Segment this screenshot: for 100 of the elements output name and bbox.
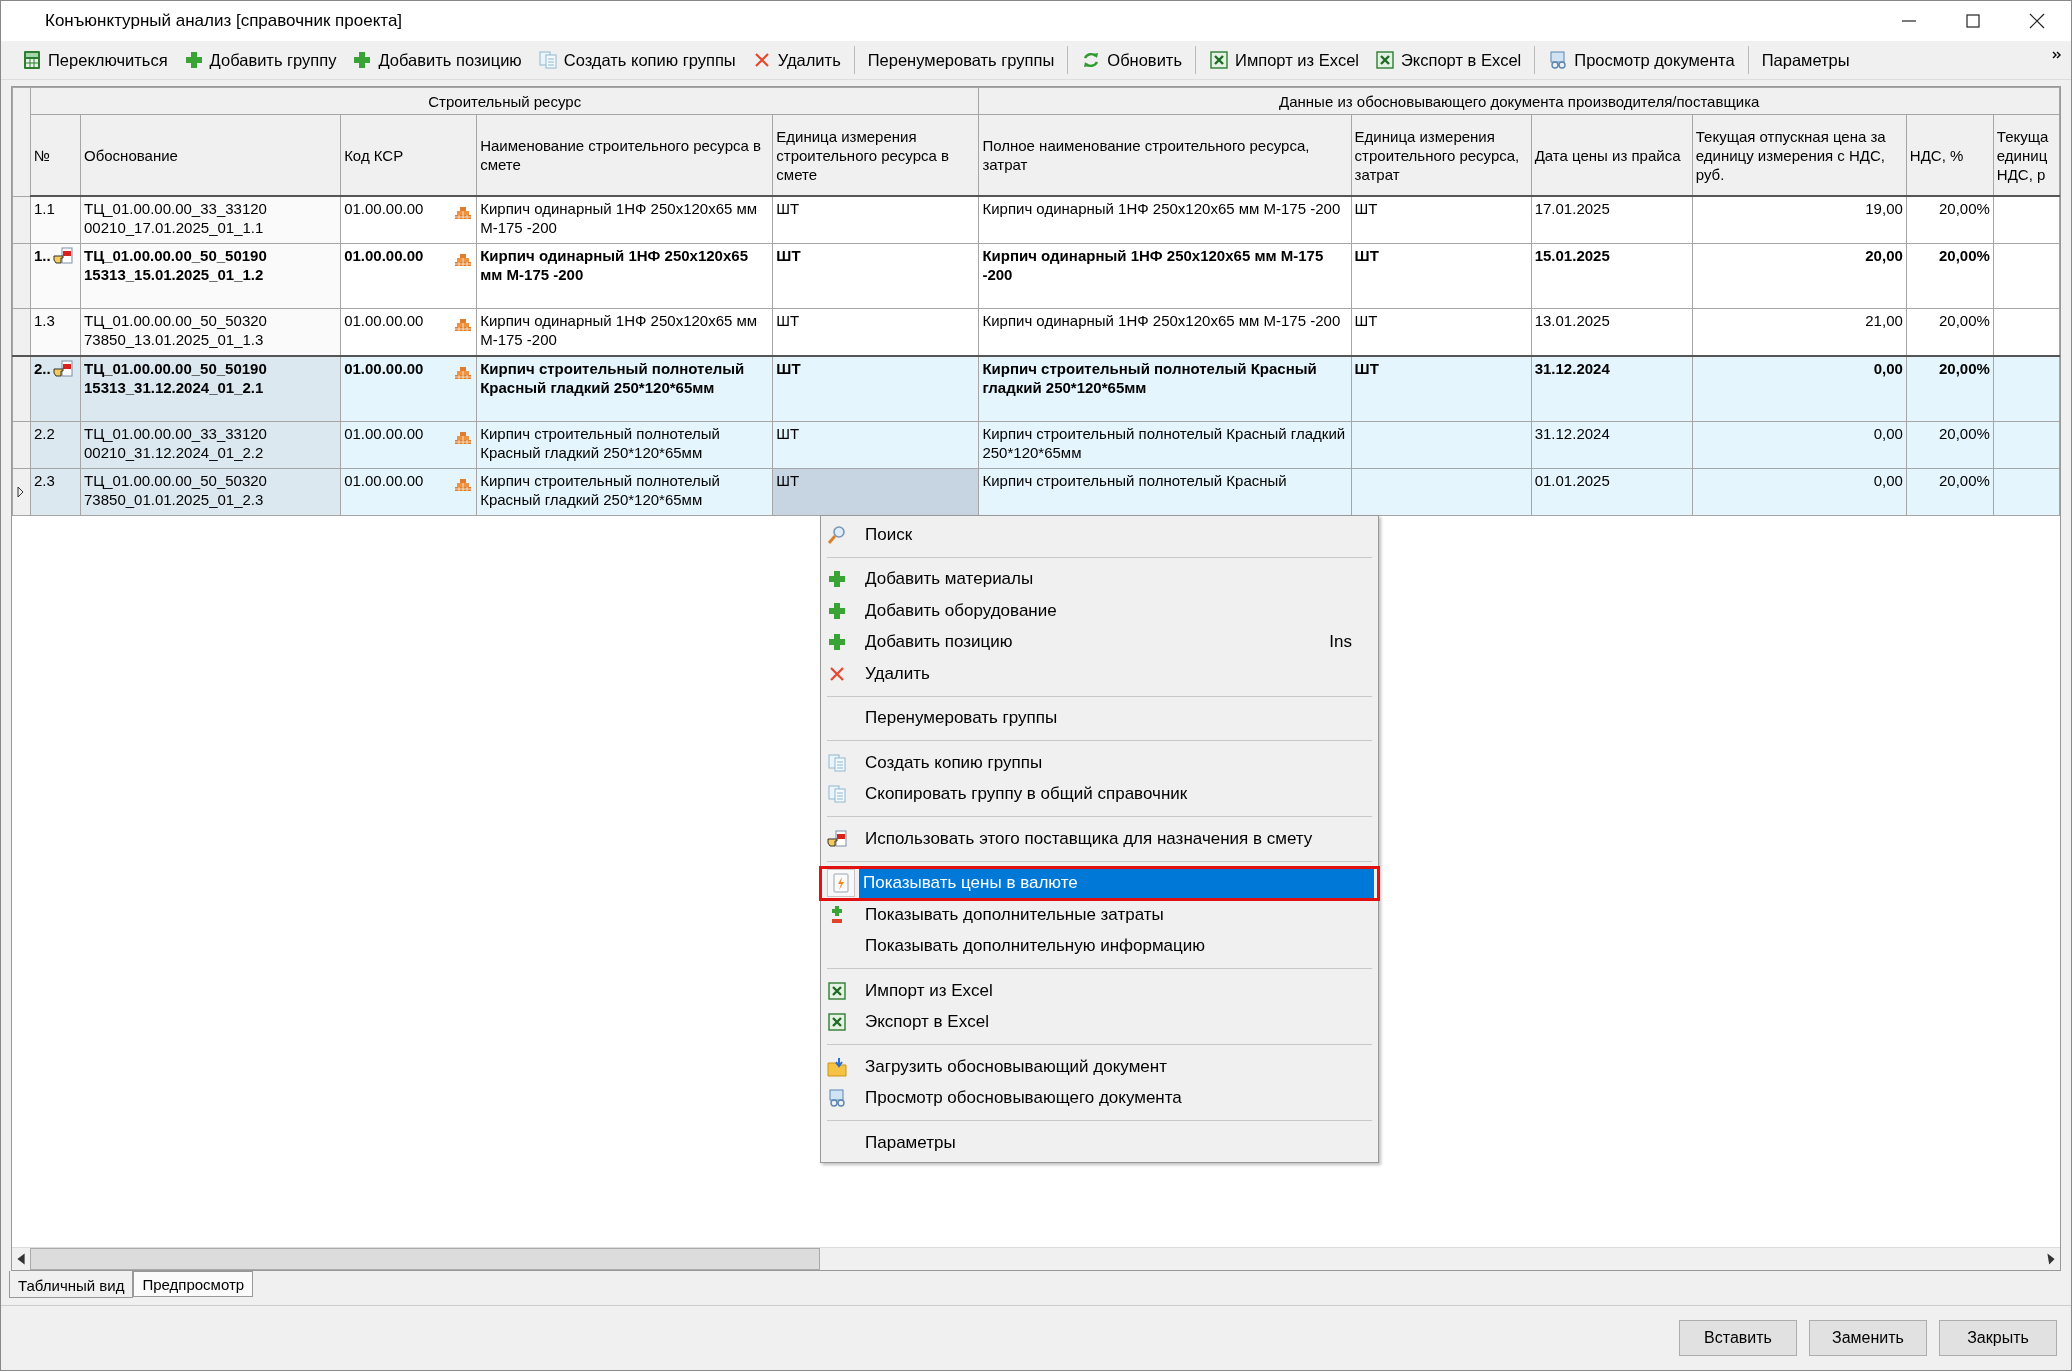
menu-item[interactable]: Импорт из Excel <box>823 975 1376 1007</box>
menu-item[interactable]: Поиск <box>823 519 1376 551</box>
menu-item[interactable]: Добавить позицию Ins <box>823 626 1376 658</box>
close-icon[interactable] <box>2027 11 2047 31</box>
column-header[interactable]: Наименование строительного ресурса в смете <box>476 114 773 196</box>
cell-text: 01.00.00.00 <box>344 471 424 490</box>
copy-icon <box>827 784 847 805</box>
menu-item[interactable]: Использовать этого поставщика для назначения в смету <box>823 823 1376 855</box>
dialog-button[interactable]: Заменить <box>1809 1320 1927 1356</box>
menu-item[interactable]: Добавить материалы <box>823 563 1376 595</box>
cell-text: 20,00% <box>1939 360 1990 377</box>
shortcut-label: Ins <box>1329 632 1352 653</box>
menu-item[interactable]: Скопировать группу в общий справочник <box>823 778 1376 810</box>
cell-text: 2.. <box>34 359 51 378</box>
cell-text: Кирпич строительный полнотелый Красный гладкий 250*120*65мм <box>480 472 720 508</box>
spreadsheet-icon <box>1375 50 1395 70</box>
menu-item[interactable]: Показывать дополнительную информацию <box>823 930 1376 962</box>
cell-text: Кирпич одинарный 1НФ 250x120x65 мм М-175 -200 <box>982 247 1324 283</box>
column-header[interactable]: Полное наименование строительного ресурса, затрат <box>978 114 1352 196</box>
menu-item[interactable]: Перенумеровать группы <box>823 702 1376 734</box>
column-header[interactable]: Единица измерения строительного ресурса, затрат <box>1351 114 1532 196</box>
cell-text: ШТ <box>1354 360 1379 377</box>
cell-text: 21,00 <box>1865 312 1903 329</box>
overflow-chevron-icon[interactable] <box>2051 49 2063 61</box>
cell-text: ШТ <box>1354 200 1378 217</box>
cell-text: 01.00.00.00 <box>344 359 424 378</box>
maximize-icon[interactable] <box>1963 11 1983 31</box>
cell-text: ШТ <box>776 247 801 264</box>
plus-icon <box>827 569 847 590</box>
menu-item[interactable]: Просмотр обосновывающего документа <box>823 1082 1376 1114</box>
column-header[interactable]: Дата цены из прайса <box>1531 114 1693 196</box>
view-tab[interactable]: Предпросмотр <box>133 1271 254 1297</box>
menu-item[interactable]: Экспорт в Excel <box>823 1006 1376 1038</box>
pointing-hand-icon <box>52 246 73 266</box>
horizontal-scrollbar[interactable] <box>12 1247 2060 1270</box>
dialog-button[interactable]: Закрыть <box>1939 1320 2057 1356</box>
cell-text: Кирпич строительный полнотелый Красный гладкий 250*120*65мм <box>480 360 745 396</box>
cell-text: 1.1 <box>34 199 55 218</box>
toolbar-button[interactable]: Добавить позицию <box>345 46 529 74</box>
menu-item[interactable]: Создать копию группы <box>823 747 1376 779</box>
menu-item[interactable]: Добавить оборудование <box>823 595 1376 627</box>
cell-text: ТЦ_01.00.00.00_50_50190 15313_15.01.2025_01_1.2 <box>84 247 267 283</box>
cell-text: ШТ <box>1354 247 1379 264</box>
document-preview-icon <box>1548 50 1569 70</box>
spreadsheet-icon <box>827 1012 847 1033</box>
cell-text: 17.01.2025 <box>1534 200 1610 217</box>
column-header[interactable]: № <box>30 114 81 196</box>
cell-text: Кирпич строительный полнотелый Красный гладкий 250*120*65мм <box>982 425 1346 461</box>
cell-text: Кирпич одинарный 1НФ 250x120x65 мм М-175 -200 <box>982 312 1341 329</box>
cell-text: ТЦ_01.00.00.00_33_33120 00210_31.12.2024_01_2.2 <box>84 425 267 461</box>
cell-text: 01.00.00.00 <box>344 311 424 330</box>
column-group-header: Данные из обосновывающего документа производителя/поставщика <box>978 87 2060 115</box>
scrollbar-thumb[interactable] <box>30 1248 820 1270</box>
toolbar-button[interactable]: Удалить <box>744 46 848 74</box>
cell-text: 01.00.00.00 <box>344 199 424 218</box>
menu-item[interactable]: Параметры <box>823 1127 1376 1159</box>
view-tab[interactable]: Табличный вид <box>9 1271 134 1298</box>
menu-item[interactable]: Показывать дополнительные затраты <box>823 899 1376 931</box>
toolbar-button[interactable]: Параметры <box>1754 46 1857 74</box>
cell-text: ТЦ_01.00.00.00_50_50190 15313_31.12.2024_01_2.1 <box>84 360 267 396</box>
cell-text: 31.12.2024 <box>1534 425 1610 442</box>
cell-text: 19,00 <box>1865 200 1903 217</box>
search-icon <box>827 524 847 545</box>
cell-text: ШТ <box>776 312 800 329</box>
dialog-button[interactable]: Вставить <box>1679 1320 1797 1356</box>
cell-text: 01.00.00.00 <box>344 246 424 265</box>
cell-text: 20,00% <box>1939 472 1990 489</box>
cell-text: 15.01.2025 <box>1534 247 1610 264</box>
column-header[interactable]: Код КСР <box>340 114 477 196</box>
cell-text: ШТ <box>776 360 801 377</box>
plus-icon <box>352 50 373 70</box>
menu-item[interactable]: Удалить <box>823 658 1376 690</box>
cell-text: 20,00% <box>1939 200 1990 217</box>
spreadsheet-icon <box>1209 50 1229 70</box>
menu-item[interactable]: Загрузить обосновывающий документ <box>823 1051 1376 1083</box>
toolbar-button[interactable]: Переключиться <box>15 46 175 74</box>
column-header[interactable]: Текущая отпускная цена за единицу измерения с НДС, руб. <box>1692 114 1907 196</box>
plus-icon <box>827 632 847 653</box>
cell-text: ШТ <box>1354 312 1378 329</box>
pointing-hand-icon <box>52 359 73 379</box>
toolbar-button[interactable]: Импорт из Excel <box>1202 46 1366 74</box>
cell-text: 1.3 <box>34 311 55 330</box>
toolbar-button[interactable]: Добавить группу <box>176 46 344 74</box>
toolbar-button[interactable]: Создать копию группы <box>530 46 743 74</box>
pointing-hand-icon <box>827 828 847 849</box>
column-header[interactable]: Единица измерения строительного ресурса в смете <box>772 114 979 196</box>
cell-text: ТЦ_01.00.00.00_50_50320 73850_13.01.2025_01_1.3 <box>84 312 267 348</box>
column-header[interactable]: НДС, % <box>1906 114 1994 196</box>
toolbar-button[interactable]: Просмотр документа <box>1541 46 1742 74</box>
cell-text: Кирпич одинарный 1НФ 250x120x65 мм М-175 -200 <box>480 312 758 348</box>
copy-icon <box>537 50 558 70</box>
toolbar-button[interactable]: Перенумеровать группы <box>860 46 1062 74</box>
cell-text: 0,00 <box>1873 472 1903 489</box>
column-header[interactable]: Обоснование <box>80 114 341 196</box>
toolbar-button[interactable]: Обновить <box>1074 46 1189 74</box>
cell-text: ШТ <box>776 472 800 489</box>
cell-text: 0,00 <box>1873 360 1903 377</box>
column-header[interactable]: Текуща единиц НДС, р <box>1993 114 2060 196</box>
cell-text: 20,00% <box>1939 247 1990 264</box>
toolbar-button[interactable]: Экспорт в Excel <box>1368 46 1529 74</box>
